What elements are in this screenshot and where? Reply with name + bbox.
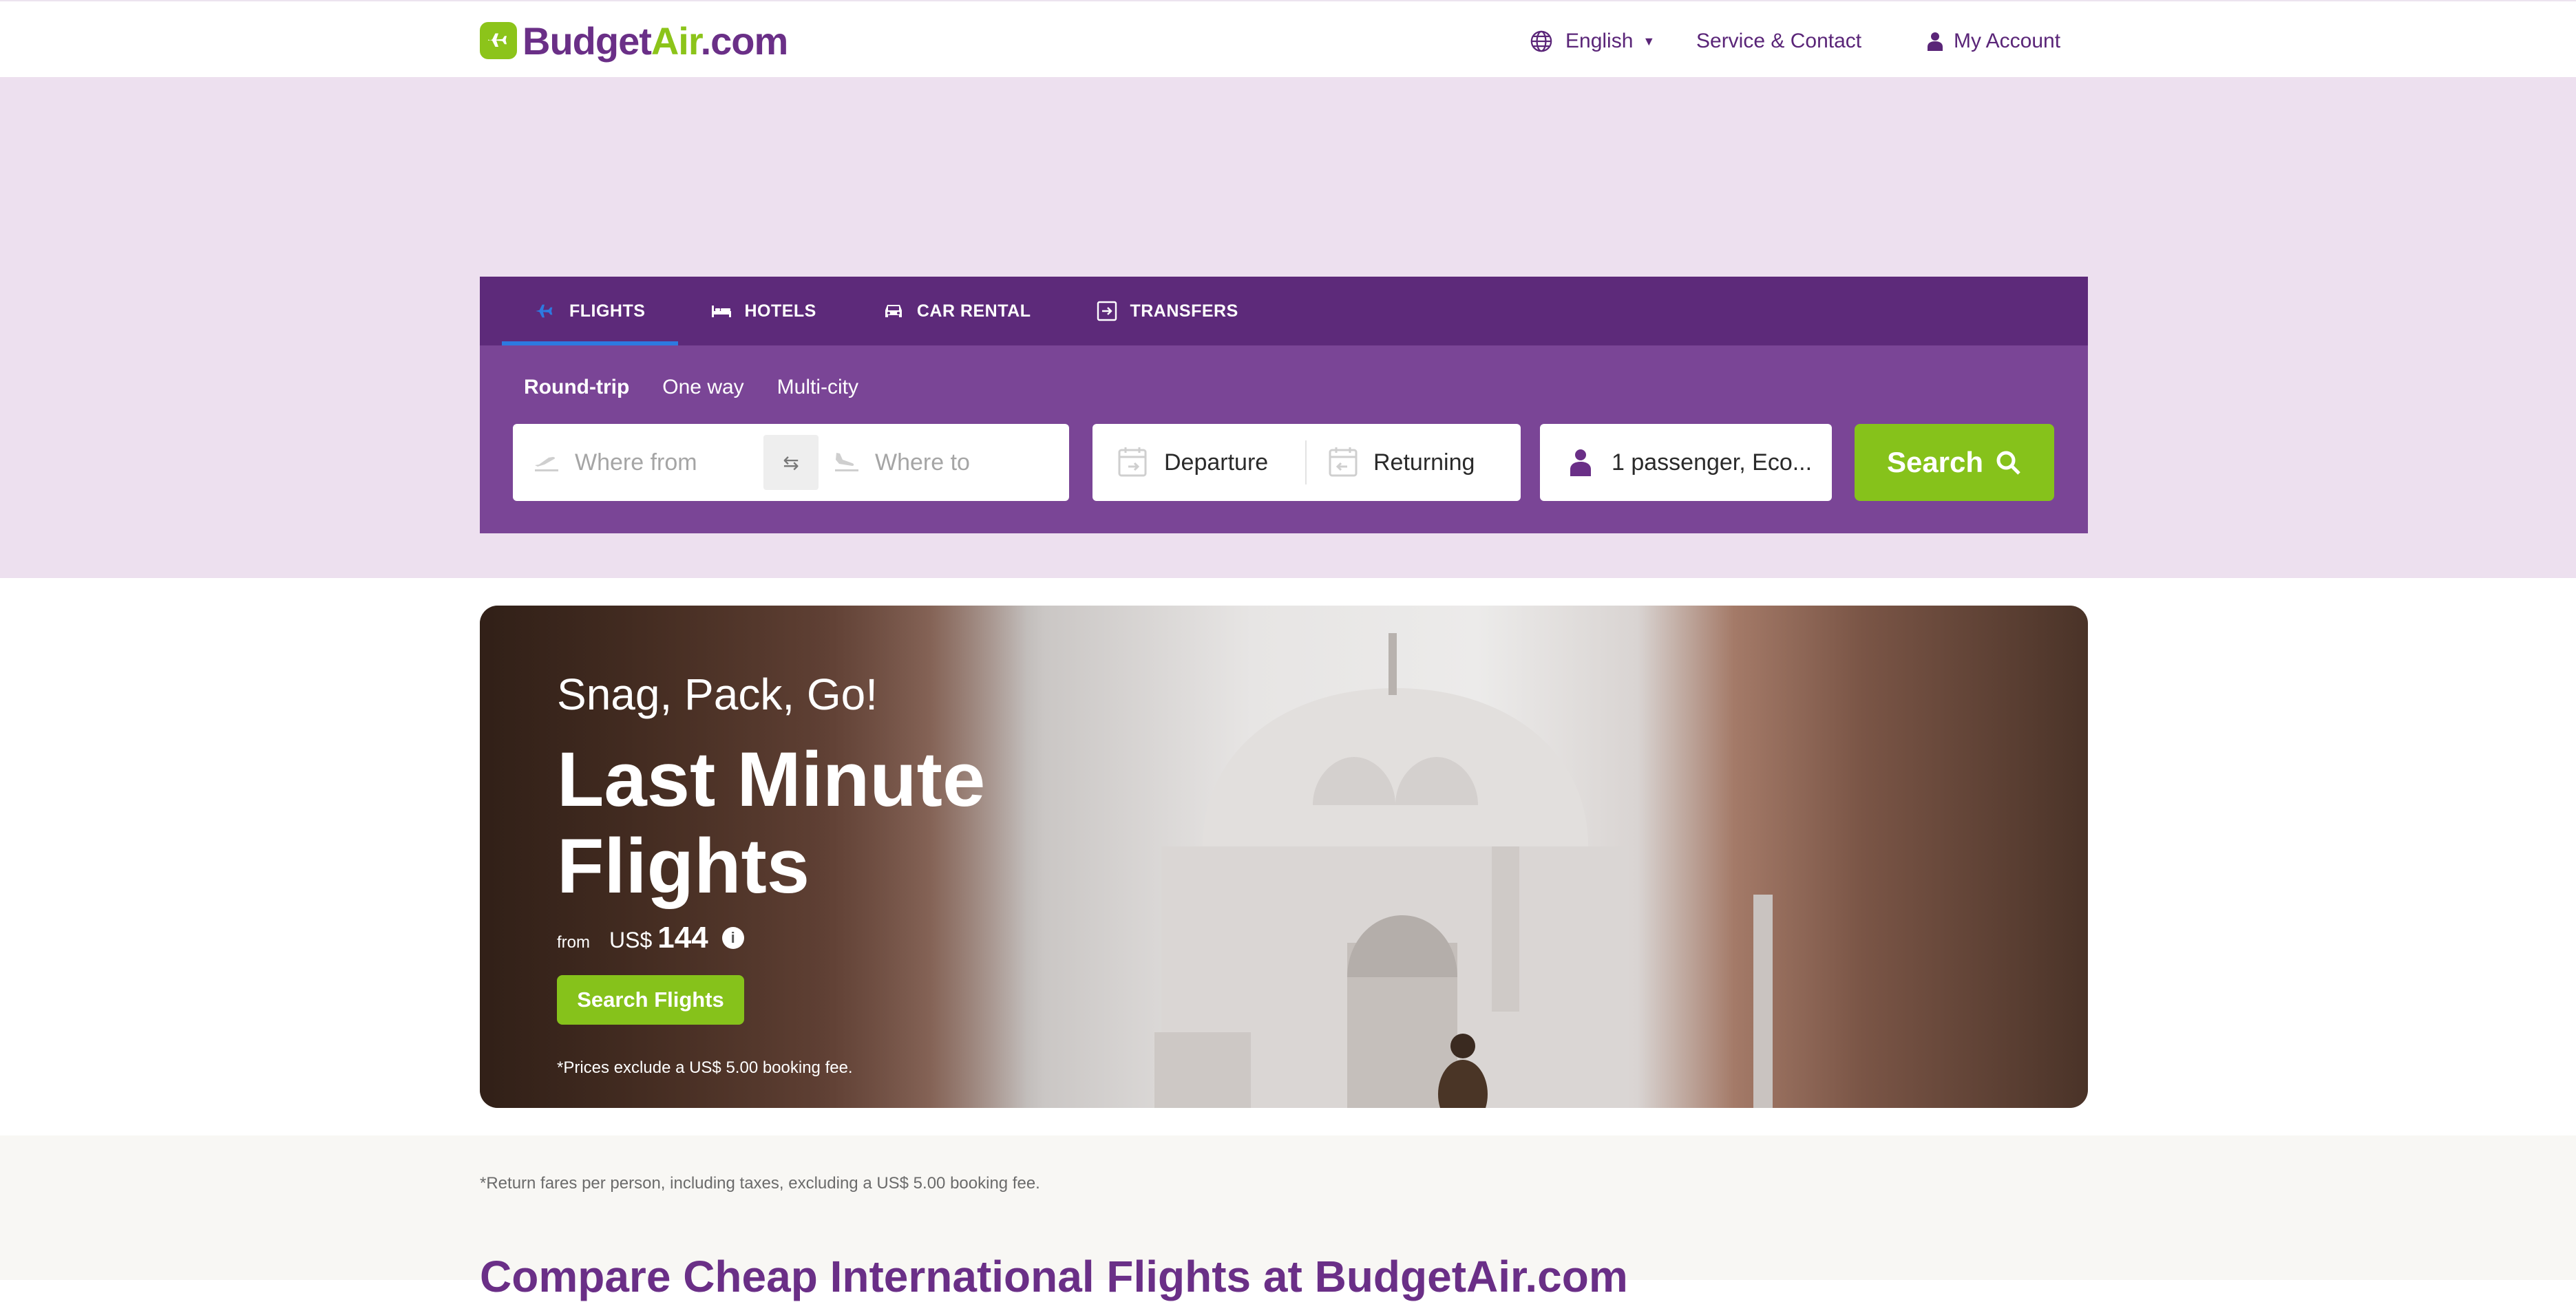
tab-flights[interactable]: FLIGHTS [480,277,679,345]
tab-hotels-label: HOTELS [744,301,816,321]
search-button[interactable]: Search [1855,424,2054,501]
hero-title: Last Minute Flights [557,736,986,909]
my-account-link[interactable]: My Account [1928,26,2060,56]
passengers-selector[interactable]: 1 passenger, Eco... [1540,424,1832,501]
service-contact-link[interactable]: Service & Contact [1696,26,1861,56]
caret-down-icon: ▼ [1643,34,1656,48]
hero-fine-print: *Prices exclude a US$ 5.00 booking fee. [557,1058,853,1077]
plane-logo-icon [480,22,517,59]
swap-arrows-icon: ⇆ [783,451,799,473]
returning-input[interactable]: Returning [1373,449,1475,476]
last-minute-hero-banner: Snag, Pack, Go! Last Minute Flights from… [480,606,2088,1108]
product-tabs: FLIGHTS HOTELS CAR RENTAL TRANSFERS [480,277,2088,345]
trip-type-selector: Round-trip One way Multi-city [524,376,858,399]
trip-type-round-trip[interactable]: Round-trip [524,376,629,399]
search-icon [1996,451,2020,475]
price-amount: 144 [657,921,708,954]
hero-tagline: Snag, Pack, Go! [557,670,878,719]
tab-hotels[interactable]: HOTELS [678,277,849,345]
tab-car-rental-label: CAR RENTAL [916,301,1031,321]
dates-field: Departure Returning [1092,424,1521,501]
departure-calendar-icon [1118,447,1147,477]
search-band: FLIGHTS HOTELS CAR RENTAL TRANSFERS Roun… [0,77,2576,578]
language-label: English [1565,30,1634,52]
hero-price: from US$ 144 i [557,921,744,955]
passengers-label: 1 passenger, Eco... [1612,449,1813,476]
swap-route-button[interactable]: ⇆ [763,435,819,490]
price-from-label: from [557,933,590,952]
content-section: *Return fares per person, including taxe… [0,1135,2576,1301]
price-currency: US$ [609,928,653,952]
logo-budget-text: Budget [522,19,652,63]
return-calendar-icon [1329,447,1358,477]
globe-icon [1530,30,1552,52]
passenger-icon [1570,449,1591,476]
taj-mahal-illustration [1154,633,1773,1108]
info-icon[interactable]: i [721,927,744,949]
logo-wordmark: BudgetAir.com [522,19,788,63]
search-button-label: Search [1886,446,1984,478]
car-icon [885,305,902,317]
service-contact-label: Service & Contact [1696,30,1862,52]
fare-disclaimer: *Return fares per person, including taxe… [480,1174,1040,1193]
transfer-icon [1097,301,1117,321]
date-divider [1305,440,1307,484]
logo-com-text: .com [700,19,789,63]
where-from-input[interactable]: Where from [575,449,697,476]
departure-input[interactable]: Departure [1164,449,1268,476]
route-field: Where from ⇆ Where to [513,424,1069,501]
search-flights-button[interactable]: Search Flights [557,975,744,1025]
my-account-label: My Account [1954,30,2061,52]
logo-air-text: Air [651,19,701,63]
plane-icon [536,304,553,318]
language-selector[interactable]: English ▼ [1530,26,1655,56]
search-flights-label: Search Flights [577,988,724,1012]
search-widget: FLIGHTS HOTELS CAR RENTAL TRANSFERS Roun… [480,277,2088,533]
takeoff-icon [535,457,558,471]
tab-car-rental[interactable]: CAR RENTAL [849,277,1064,345]
top-navigation: BudgetAir.com English ▼ Service & Contac… [0,0,2576,79]
tab-transfers[interactable]: TRANSFERS [1064,277,1271,345]
page: BudgetAir.com English ▼ Service & Contac… [0,0,2576,1301]
bed-icon [712,306,732,317]
user-icon [1928,32,1943,51]
landing-icon [835,453,858,471]
section-heading: Compare Cheap International Flights at B… [480,1252,1628,1301]
where-to-input[interactable]: Where to [875,449,970,476]
trip-type-one-way[interactable]: One way [662,376,743,399]
tab-transfers-label: TRANSFERS [1130,301,1238,321]
trip-type-multi-city[interactable]: Multi-city [777,376,858,399]
budgetair-logo[interactable]: BudgetAir.com [480,19,788,63]
tab-flights-label: FLIGHTS [569,301,646,321]
